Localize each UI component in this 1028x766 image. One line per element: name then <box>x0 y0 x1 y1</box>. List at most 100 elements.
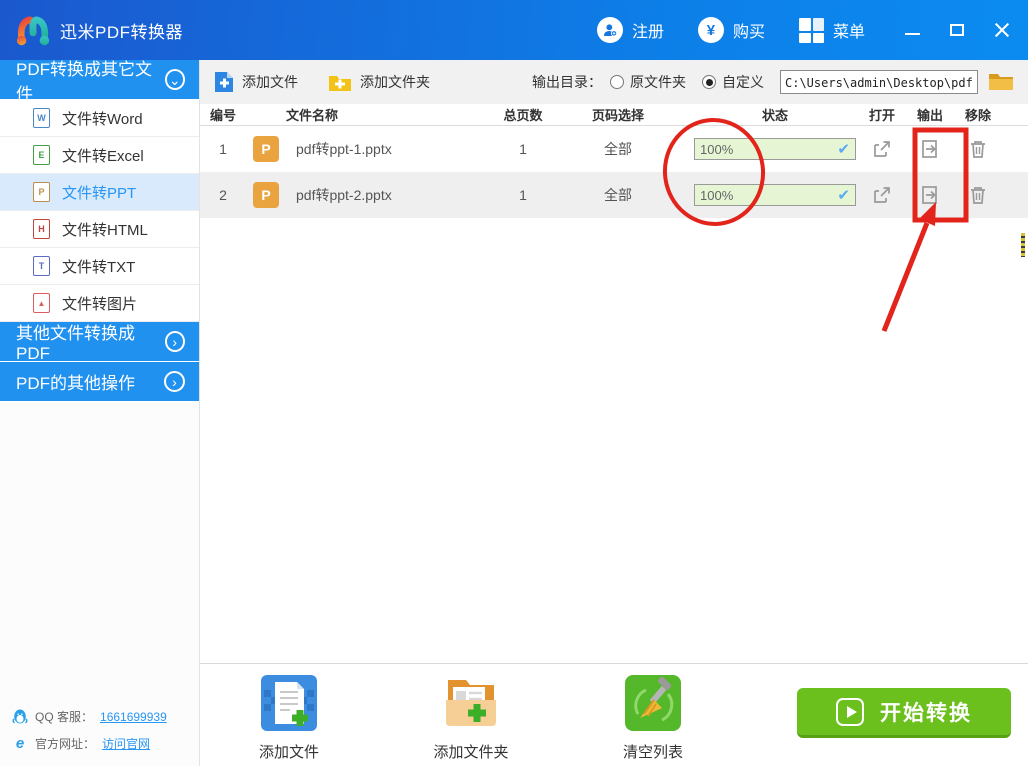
official-site-link[interactable]: 访问官网 <box>102 735 150 752</box>
col-header-open: 打开 <box>858 105 906 124</box>
play-icon <box>836 698 864 726</box>
buy-button[interactable]: ¥ 购买 <box>698 17 765 43</box>
browse-folder-button[interactable] <box>988 72 1014 92</box>
excel-doc-icon: E <box>33 145 50 165</box>
buy-label: 购买 <box>733 18 765 42</box>
output-path-input[interactable] <box>780 70 978 94</box>
sidebar-item-label: 文件转PPT <box>62 182 136 203</box>
chevron-right-icon: › <box>164 371 185 392</box>
open-file-button[interactable] <box>858 184 906 206</box>
app-window: 迅米PDF转换器 注册 ¥ 购买 菜单 <box>0 0 1028 766</box>
ppt-doc-icon: P <box>33 182 50 202</box>
add-file-big-button[interactable]: 添加文件 <box>244 674 334 762</box>
open-external-icon <box>871 138 893 160</box>
page-range: 全部 <box>568 185 668 205</box>
sidebar-section-pdf-other-ops[interactable]: PDF的其他操作 › <box>0 362 199 402</box>
chevron-right-icon: › <box>165 331 186 352</box>
page-range: 全部 <box>568 139 668 159</box>
check-icon: ✔ <box>837 140 850 158</box>
col-header-remove: 移除 <box>954 105 1002 124</box>
bottom-action-bar: 添加文件 添加文件夹 <box>200 663 1028 766</box>
progress-value: 100% <box>700 142 733 157</box>
progress-bar: 100% ✔ <box>694 138 856 160</box>
col-header-status: 状态 <box>668 105 858 124</box>
start-convert-label: 开始转换 <box>880 697 972 727</box>
toolbar: 添加文件 添加文件夹 输出目录： 原文件夹 自定义 <box>200 60 1028 104</box>
register-label: 注册 <box>632 18 664 42</box>
titlebar: 迅米PDF转换器 注册 ¥ 购买 菜单 <box>0 0 1028 60</box>
register-button[interactable]: 注册 <box>597 17 664 43</box>
menu-grid-icon <box>799 18 824 43</box>
sidebar-item-ppt[interactable]: P 文件转PPT <box>0 174 199 211</box>
radio-custom-folder[interactable]: 自定义 <box>702 72 764 92</box>
table-header: 编号 文件名称 总页数 页码选择 状态 打开 输出 移除 <box>200 104 1028 126</box>
sidebar-item-html[interactable]: H 文件转HTML <box>0 211 199 248</box>
add-folder-icon <box>328 73 352 92</box>
remove-file-button[interactable] <box>954 184 1002 206</box>
sidebar-item-image[interactable]: ▲ 文件转图片 <box>0 285 199 322</box>
clear-list-button[interactable]: 清空列表 <box>608 674 698 762</box>
qq-number-link[interactable]: 1661699939 <box>100 710 167 724</box>
radio-custom-label: 自定义 <box>722 72 764 92</box>
txt-doc-icon: T <box>33 256 50 276</box>
table-row[interactable]: 1 P pdf转ppt-1.pptx 1 全部 100% ✔ <box>200 126 1028 172</box>
action-label: 添加文件 <box>259 741 319 762</box>
trash-icon <box>967 138 989 160</box>
section-label: PDF转换成其它文件 <box>16 55 165 105</box>
menu-button[interactable]: 菜单 <box>799 18 865 43</box>
start-convert-button[interactable]: 开始转换 <box>797 688 1011 738</box>
sidebar-item-word[interactable]: W 文件转Word <box>0 100 199 137</box>
col-header-filename: 文件名称 <box>246 105 478 124</box>
sidebar-item-excel[interactable]: E 文件转Excel <box>0 137 199 174</box>
action-label: 清空列表 <box>623 741 683 762</box>
sidebar-section-other-to-pdf[interactable]: 其他文件转换成PDF › <box>0 322 199 362</box>
col-header-output: 输出 <box>906 105 954 124</box>
sidebar-item-label: 文件转HTML <box>62 219 148 240</box>
close-button[interactable] <box>994 22 1010 38</box>
minimize-button[interactable] <box>905 33 920 35</box>
trash-icon <box>967 184 989 206</box>
table-row[interactable]: 2 P pdf转ppt-2.pptx 1 全部 100% ✔ <box>200 172 1028 218</box>
add-folder-big-button[interactable]: 添加文件夹 <box>426 674 516 762</box>
progress-value: 100% <box>700 188 733 203</box>
chevron-down-icon: ⌄ <box>165 69 186 90</box>
register-user-icon <box>597 17 623 43</box>
add-file-big-icon <box>260 674 318 732</box>
progress-bar: 100% ✔ <box>694 184 856 206</box>
radio-selected-icon <box>702 75 716 89</box>
file-name: pdf转ppt-2.pptx <box>286 185 478 205</box>
support-info: QQ 客服：1661699939 e 官方网址：访问官网 <box>12 698 167 752</box>
open-output-button[interactable] <box>906 138 954 160</box>
row-index: 2 <box>200 187 246 203</box>
output-arrow-icon <box>919 184 941 206</box>
app-logo-icon <box>14 12 52 48</box>
image-doc-icon: ▲ <box>33 293 50 313</box>
radio-original-folder[interactable]: 原文件夹 <box>610 72 686 92</box>
sidebar-item-label: 文件转图片 <box>62 293 137 314</box>
clear-list-broom-icon <box>624 674 682 732</box>
qq-icon <box>12 708 28 725</box>
sidebar-item-label: 文件转Word <box>62 108 143 129</box>
sidebar-item-txt[interactable]: T 文件转TXT <box>0 248 199 285</box>
qq-support-label: QQ 客服： <box>35 708 93 725</box>
main-panel: 添加文件 添加文件夹 输出目录： 原文件夹 自定义 <box>200 60 1028 766</box>
section-label: PDF的其他操作 <box>16 369 135 394</box>
output-dir-label: 输出目录： <box>532 72 602 92</box>
yen-icon: ¥ <box>698 17 724 43</box>
remove-file-button[interactable] <box>954 138 1002 160</box>
scrollbar-artifact <box>1021 233 1025 257</box>
add-folder-label: 添加文件夹 <box>360 72 430 92</box>
page-count: 1 <box>478 187 568 203</box>
add-file-button[interactable]: 添加文件 <box>214 70 298 94</box>
open-output-button[interactable] <box>906 184 954 206</box>
maximize-button[interactable] <box>950 24 964 36</box>
pptx-file-icon: P <box>253 182 279 208</box>
folder-icon <box>988 72 1014 92</box>
add-folder-big-icon <box>442 674 500 732</box>
open-file-button[interactable] <box>858 138 906 160</box>
output-arrow-icon <box>919 138 941 160</box>
add-folder-button[interactable]: 添加文件夹 <box>328 72 430 92</box>
browser-icon: e <box>12 735 28 752</box>
word-doc-icon: W <box>33 108 50 128</box>
sidebar-section-pdf-to-other[interactable]: PDF转换成其它文件 ⌄ <box>0 60 199 100</box>
